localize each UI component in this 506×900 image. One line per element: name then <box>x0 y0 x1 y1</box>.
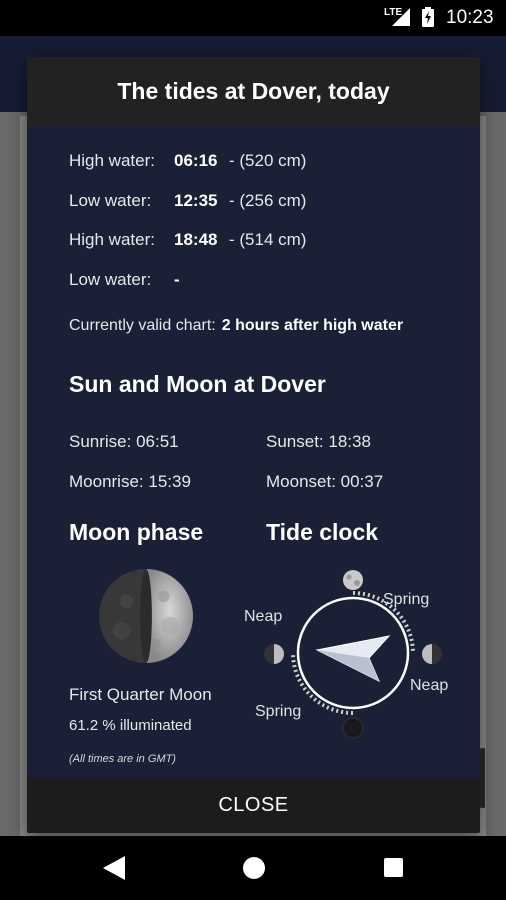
new-moon-icon <box>342 717 364 739</box>
moon-illumination: 61.2 % illuminated <box>69 717 192 734</box>
full-moon-icon <box>343 570 363 590</box>
tide-label: Low water: <box>69 270 152 289</box>
tide-clock-spring-label: Spring <box>383 591 429 608</box>
moonrise-text: Moonrise: 15:39 <box>69 472 191 491</box>
sunrise-text: Sunrise: 06:51 <box>69 432 179 451</box>
tide-time: 12:35 <box>174 191 218 210</box>
battery-charging-icon <box>422 7 434 27</box>
valid-chart-label: Currently valid chart: <box>69 317 216 334</box>
valid-chart-value: 2 hours after high water <box>221 317 404 334</box>
time-zone-note: (All times are in GMT) <box>69 753 176 765</box>
recent-apps-icon[interactable] <box>384 858 403 877</box>
clock-time: 10:23 <box>446 7 494 28</box>
tide-clock-neap-label: Neap <box>244 608 282 625</box>
back-icon[interactable] <box>103 856 125 880</box>
moon-phase-title: Moon phase <box>69 519 204 545</box>
tide-time: 06:16 <box>174 151 218 170</box>
tide-clock-graphic: Spring Neap Neap Spring <box>244 570 448 739</box>
last-quarter-moon-icon <box>422 644 442 664</box>
navigation-bar <box>0 836 506 900</box>
tides-dialog: The tides at Dover, today High water: 06… <box>27 57 480 833</box>
tide-label: Low water: <box>69 191 152 210</box>
sun-moon-title: Sun and Moon at Dover <box>69 371 326 397</box>
moon-phase-name: First Quarter Moon <box>69 685 212 704</box>
tide-clock-spring-label: Spring <box>255 703 301 720</box>
dialog-title-bar: The tides at Dover, today <box>27 57 480 126</box>
sunset-text: Sunset: 18:38 <box>266 432 371 451</box>
close-button[interactable]: CLOSE <box>27 777 480 833</box>
tide-height: - (256 cm) <box>229 191 307 210</box>
tide-time: - <box>174 270 180 289</box>
tide-label: High water: <box>69 230 155 249</box>
tide-clock-title: Tide clock <box>266 519 379 545</box>
moonset-text: Moonset: 00:37 <box>266 472 384 491</box>
tide-clock-neap-label: Neap <box>410 677 448 694</box>
tide-time: 18:48 <box>174 230 218 249</box>
status-bar: LTE 10:23 <box>0 0 506 36</box>
signal-icon <box>392 8 410 26</box>
valid-chart-text: Currently valid chart: 2 hours after high… <box>69 317 403 335</box>
moon-phase-icon <box>98 568 194 664</box>
home-icon[interactable] <box>243 857 265 879</box>
dialog-actions: CLOSE <box>27 777 480 833</box>
tide-label: High water: <box>69 151 155 170</box>
first-quarter-moon-icon <box>264 644 284 664</box>
dialog-title: The tides at Dover, today <box>117 78 390 104</box>
tide-height: - (514 cm) <box>229 230 307 249</box>
tide-height: - (520 cm) <box>229 151 307 170</box>
